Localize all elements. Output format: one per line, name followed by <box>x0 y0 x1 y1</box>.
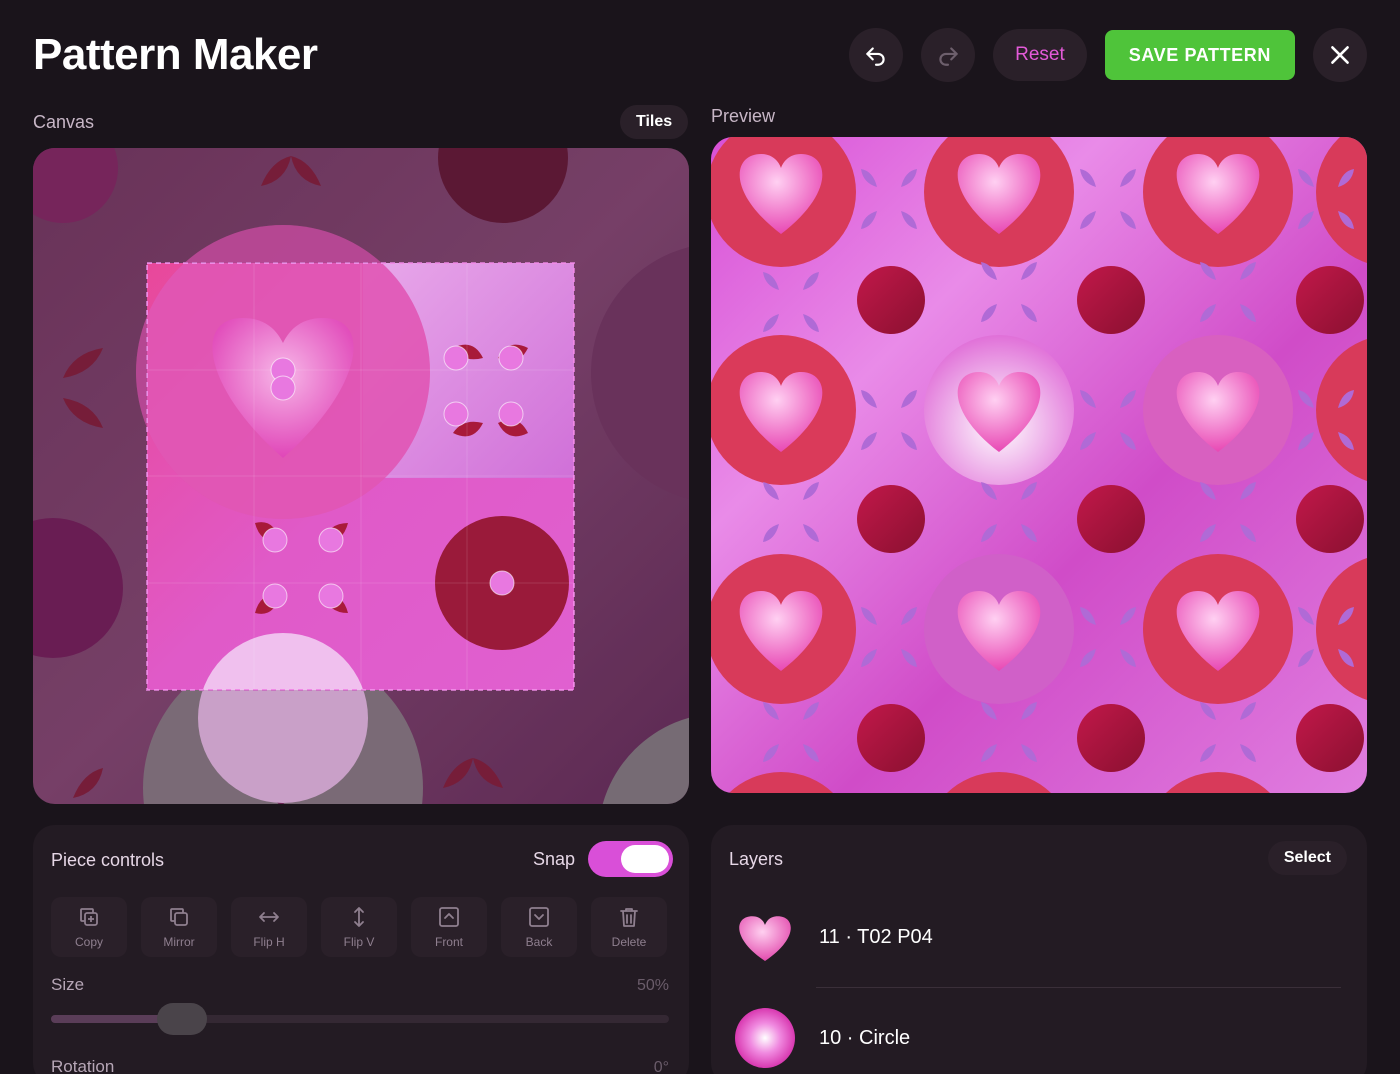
size-label: Size <box>51 975 85 994</box>
trash-icon <box>620 908 638 927</box>
flip-v-label: Flip V <box>343 935 375 949</box>
undo-button[interactable] <box>849 28 904 82</box>
circle-icon <box>735 1008 795 1068</box>
mirror-icon <box>170 908 188 926</box>
rotation-value: 0° <box>653 1059 669 1074</box>
pattern-preview <box>711 137 1367 793</box>
layer-name: 11 · T02 P04 <box>819 925 933 948</box>
reset-button[interactable]: Reset <box>993 29 1087 81</box>
size-value: 50% <box>636 977 669 994</box>
size-slider[interactable] <box>51 1015 669 1023</box>
piece-tools: Copy Mirror Flip H Flip V Front Back Del… <box>51 897 667 957</box>
snap-label: Snap <box>533 849 576 869</box>
snap-toggle[interactable] <box>588 841 673 877</box>
preview-label: Preview <box>711 106 776 126</box>
flip-v-button[interactable]: Flip V <box>321 897 397 957</box>
heart-icon <box>739 916 791 961</box>
preview-art <box>711 137 1367 793</box>
delete-label: Delete <box>611 935 647 949</box>
size-slider-thumb[interactable] <box>157 1003 208 1035</box>
flip-h-icon <box>259 912 279 922</box>
undo-icon <box>866 47 885 66</box>
layer-name: 10 · Circle <box>819 1026 911 1049</box>
layer-item[interactable]: 10 · Circle <box>733 1006 910 1070</box>
rotation-label: Rotation <box>51 1057 115 1074</box>
send-back-icon <box>529 907 549 927</box>
close-button[interactable] <box>1313 28 1367 82</box>
copy-button[interactable]: Copy <box>51 897 127 957</box>
mirror-label: Mirror <box>163 935 195 949</box>
tiles-button[interactable]: Tiles <box>620 105 689 139</box>
delete-button[interactable]: Delete <box>591 897 667 957</box>
bring-front-button[interactable]: Front <box>411 897 487 957</box>
layer-divider <box>816 987 1341 988</box>
layer-thumb <box>733 905 797 969</box>
flip-v-icon <box>354 907 364 927</box>
select-button[interactable]: Select <box>1267 841 1347 875</box>
piece-controls-panel: Piece controls Snap Copy Mirror Flip H F… <box>33 825 689 1074</box>
page-title: Pattern Maker <box>33 30 318 79</box>
snap-toggle-knob <box>621 845 669 873</box>
layer-thumb <box>733 1006 797 1070</box>
save-pattern-button[interactable]: SAVE PATTERN <box>1104 30 1295 80</box>
layers-title: Layers <box>729 849 784 869</box>
piece-controls-title: Piece controls <box>51 850 165 870</box>
redo-button[interactable] <box>921 28 976 82</box>
redo-icon <box>939 47 958 66</box>
flip-h-label: Flip H <box>253 935 285 949</box>
flip-h-button[interactable]: Flip H <box>231 897 307 957</box>
pattern-maker-app: Pattern Maker Reset SAVE PATTERN Canvas … <box>0 0 1400 1074</box>
close-icon <box>1331 46 1349 64</box>
copy-label: Copy <box>74 935 103 949</box>
canvas-label: Canvas <box>33 112 95 132</box>
mirror-button[interactable]: Mirror <box>141 897 217 957</box>
layers-panel: Layers Select 11 · T02 P04 10 · Circle <box>711 825 1367 1074</box>
copy-icon <box>80 908 98 926</box>
bring-front-icon <box>439 907 459 927</box>
pattern-canvas[interactable] <box>33 148 689 804</box>
send-back-button[interactable]: Back <box>501 897 577 957</box>
top-actions: Reset SAVE PATTERN <box>849 28 1367 82</box>
canvas-art <box>33 148 689 804</box>
layer-item[interactable]: 11 · T02 P04 <box>733 905 933 969</box>
front-label: Front <box>434 935 463 949</box>
size-slider-fill <box>51 1015 163 1023</box>
back-label: Back <box>525 935 553 949</box>
